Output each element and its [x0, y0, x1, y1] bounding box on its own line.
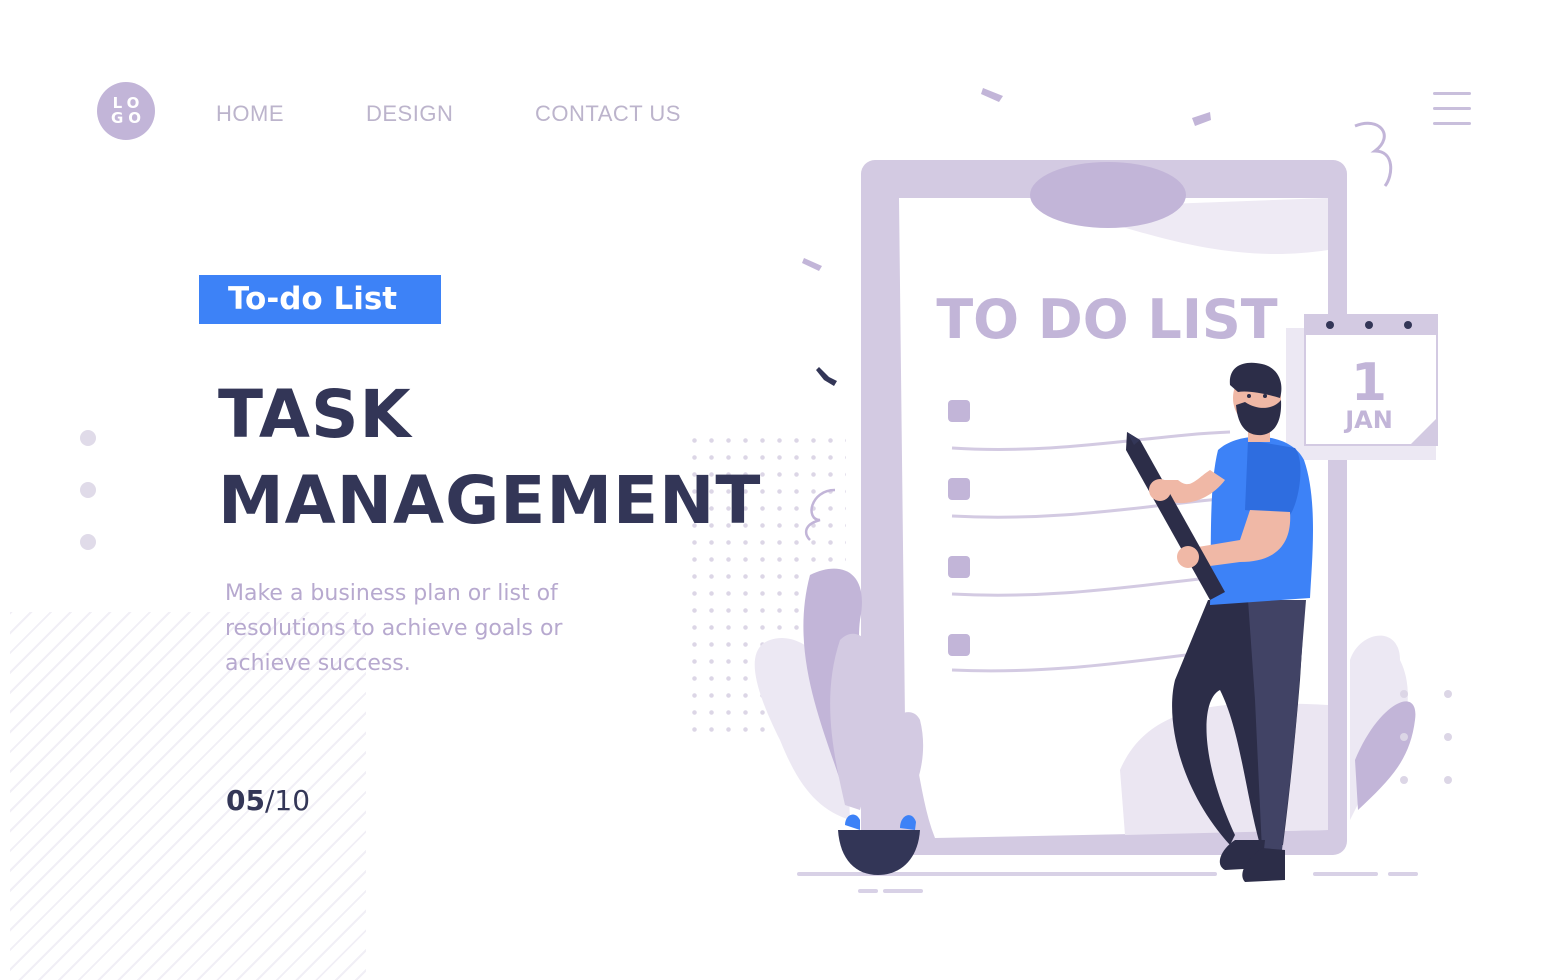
nav-contact-us[interactable]: CONTACT US: [535, 101, 681, 127]
hero-title-line1: TASK: [218, 376, 412, 453]
pager-separator: /: [264, 784, 275, 817]
ground-line: [797, 872, 1418, 893]
calendar-day: 1: [1351, 353, 1387, 413]
pager-current: 05: [226, 784, 265, 817]
category-badge: To-do List: [199, 275, 441, 324]
hero-title-line2: MANAGEMENT: [218, 462, 762, 539]
slide-pager: 05/10: [226, 784, 310, 817]
pager-total: 10: [274, 784, 311, 817]
slide-dot[interactable]: [80, 534, 96, 550]
hero-description: Make a business plan or list of resoluti…: [225, 581, 563, 676]
slide-dot[interactable]: [80, 430, 96, 446]
nav-design[interactable]: DESIGN: [366, 101, 453, 127]
calendar-month: JAN: [1343, 406, 1393, 434]
logo[interactable]: LO GO: [97, 82, 155, 140]
slide-dots: [80, 430, 98, 586]
calendar-icon: 1 JAN: [1286, 314, 1438, 460]
board-title: TO DO LIST: [936, 288, 1277, 351]
logo-text-line2: GO: [110, 109, 147, 127]
slide-dot[interactable]: [80, 482, 96, 498]
todo-list-illustration: TO DO LIST 1 JAN: [754, 88, 1452, 893]
hero-title: TASK MANAGEMENT: [218, 372, 761, 544]
nav-home[interactable]: HOME: [216, 101, 284, 127]
